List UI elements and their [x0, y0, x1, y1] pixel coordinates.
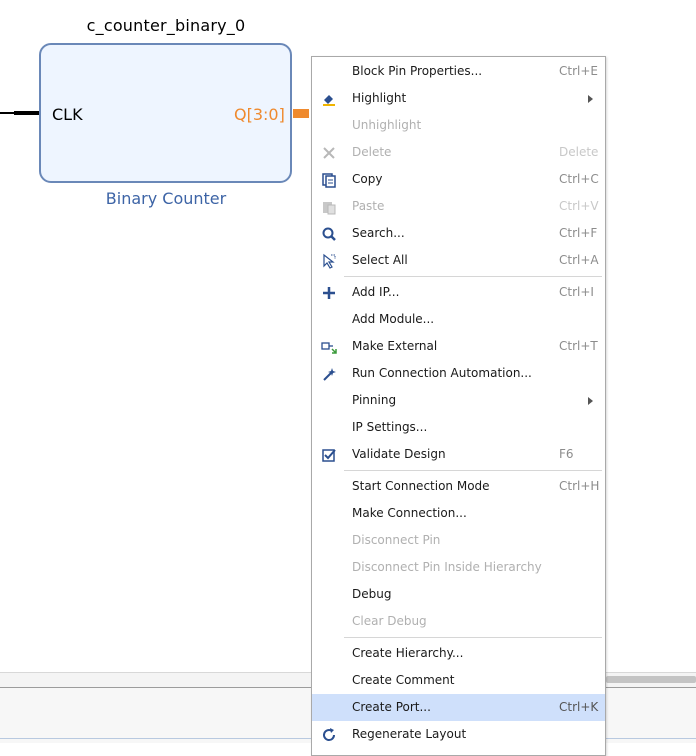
menu-item-label: Regenerate Layout [352, 727, 467, 741]
menu-item-label: Validate Design [352, 447, 446, 461]
menu-item-label: Pinning [352, 393, 397, 407]
block-instance-name: c_counter_binary_0 [86, 16, 246, 35]
menu-item-create-comment[interactable]: Create Comment [312, 667, 605, 694]
highlight-icon [321, 91, 337, 107]
menu-item-shortcut: Ctrl+H [559, 479, 600, 493]
menu-item-shortcut: Ctrl+I [559, 285, 594, 299]
menu-item-disconnect-pin-inside-hierarchy[interactable]: Disconnect Pin Inside Hierarchy [312, 554, 605, 581]
clk-pin[interactable] [14, 111, 39, 115]
menu-separator [344, 276, 602, 277]
menu-item-label: Make External [352, 339, 438, 353]
copy-icon [321, 172, 337, 188]
menu-item-label: Unhighlight [352, 118, 422, 132]
q-output-pin[interactable] [293, 109, 309, 118]
menu-item-label: Disconnect Pin [352, 533, 441, 547]
menu-item-label: Search... [352, 226, 405, 240]
menu-item-label: Copy [352, 172, 383, 186]
add-icon [321, 285, 337, 301]
menu-item-label: Create Comment [352, 673, 455, 687]
menu-item-label: Highlight [352, 91, 407, 105]
menu-item-label: Start Connection Mode [352, 479, 490, 493]
validate-icon [321, 447, 337, 463]
menu-item-shortcut: Ctrl+K [559, 700, 599, 714]
menu-item-unhighlight[interactable]: Unhighlight [312, 112, 605, 139]
menu-item-shortcut: Ctrl+F [559, 226, 598, 240]
menu-item-clear-debug[interactable]: Clear Debug [312, 608, 605, 635]
menu-item-start-connection-mode[interactable]: Start Connection Mode Ctrl+H [312, 473, 605, 500]
menu-item-select-all[interactable]: Select All Ctrl+A [312, 247, 605, 274]
select-all-icon [321, 253, 337, 269]
menu-item-paste[interactable]: Paste Ctrl+V [312, 193, 605, 220]
chevron-right-icon [588, 397, 593, 405]
menu-item-label: Add Module... [352, 312, 435, 326]
menu-item-block-pin-properties[interactable]: Block Pin Properties... Ctrl+E [312, 58, 605, 85]
search-icon [321, 226, 337, 242]
menu-item-shortcut: Ctrl+T [559, 339, 598, 353]
menu-item-disconnect-pin[interactable]: Disconnect Pin [312, 527, 605, 554]
menu-item-regenerate-layout[interactable]: Regenerate Layout [312, 721, 605, 748]
menu-item-debug[interactable]: Debug [312, 581, 605, 608]
q-pin-label: Q[3:0] [234, 105, 285, 124]
menu-item-create-hierarchy[interactable]: Create Hierarchy... [312, 640, 605, 667]
menu-item-shortcut: F6 [559, 447, 574, 461]
menu-item-add-ip[interactable]: Add IP... Ctrl+I [312, 279, 605, 306]
menu-item-delete[interactable]: Delete Delete [312, 139, 605, 166]
menu-item-label: Debug [352, 587, 392, 601]
horizontal-scrollbar-thumb[interactable] [606, 676, 696, 683]
menu-item-label: Run Connection Automation... [352, 366, 532, 380]
menu-item-label: Create Hierarchy... [352, 646, 464, 660]
menu-item-validate-design[interactable]: Validate Design F6 [312, 441, 605, 468]
menu-item-shortcut: Ctrl+A [559, 253, 599, 267]
menu-item-make-connection[interactable]: Make Connection... [312, 500, 605, 527]
clk-net-wire[interactable] [0, 112, 14, 114]
block-type-label: Binary Counter [105, 189, 227, 208]
menu-item-add-module[interactable]: Add Module... [312, 306, 605, 333]
menu-item-label: Create Port... [352, 700, 431, 714]
clk-pin-label: CLK [52, 105, 83, 124]
menu-item-label: Block Pin Properties... [352, 64, 483, 78]
menu-separator [344, 637, 602, 638]
menu-item-ip-settings[interactable]: IP Settings... [312, 414, 605, 441]
menu-item-make-external[interactable]: Make External Ctrl+T [312, 333, 605, 360]
make-external-icon [321, 339, 337, 355]
delete-icon [321, 145, 337, 161]
menu-item-shortcut: Delete [559, 145, 599, 159]
menu-item-label: Disconnect Pin Inside Hierarchy [352, 560, 542, 574]
menu-item-label: IP Settings... [352, 420, 428, 434]
menu-separator [344, 470, 602, 471]
menu-item-search[interactable]: Search... Ctrl+F [312, 220, 605, 247]
menu-item-copy[interactable]: Copy Ctrl+C [312, 166, 605, 193]
menu-item-label: Add IP... [352, 285, 400, 299]
menu-item-shortcut: Ctrl+V [559, 199, 599, 213]
menu-item-run-connection-automation[interactable]: Run Connection Automation... [312, 360, 605, 387]
menu-item-label: Select All [352, 253, 408, 267]
menu-item-pinning[interactable]: Pinning [312, 387, 605, 414]
chevron-right-icon [588, 95, 593, 103]
menu-item-label: Paste [352, 199, 385, 213]
menu-item-shortcut: Ctrl+E [559, 64, 598, 78]
menu-item-create-port[interactable]: Create Port... Ctrl+K [312, 694, 605, 721]
menu-item-label: Delete [352, 145, 392, 159]
paste-icon [321, 199, 337, 215]
regenerate-icon [321, 727, 337, 743]
menu-item-label: Clear Debug [352, 614, 427, 628]
menu-item-highlight[interactable]: Highlight [312, 85, 605, 112]
context-menu: Block Pin Properties... Ctrl+E Highlight… [311, 56, 606, 756]
menu-item-shortcut: Ctrl+C [559, 172, 599, 186]
wand-icon [321, 366, 337, 382]
menu-item-label: Make Connection... [352, 506, 467, 520]
